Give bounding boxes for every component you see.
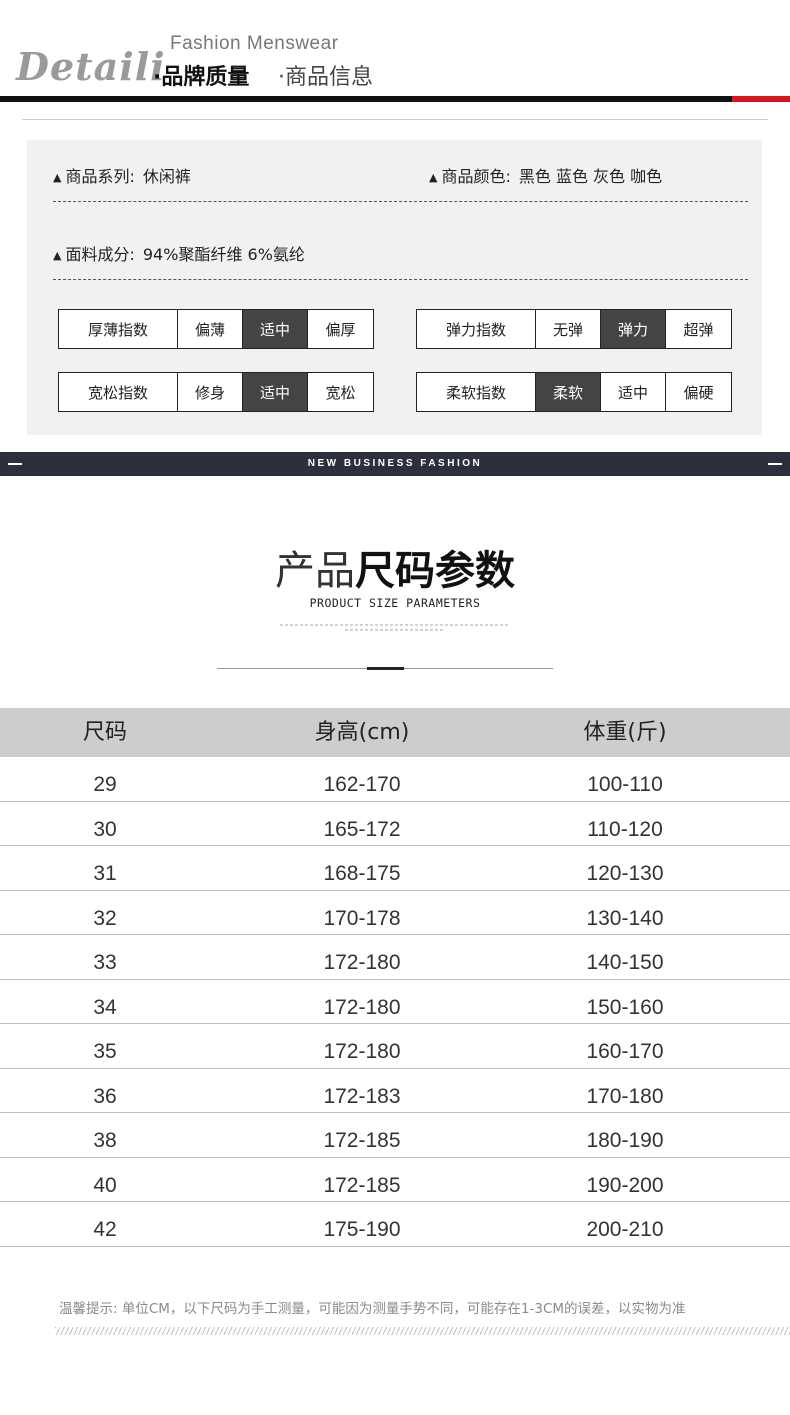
table-row: 35 172-180 160-170 xyxy=(0,1024,790,1069)
scale-label: 厚薄指数 xyxy=(59,310,178,348)
attr-colors-label: 商品颜色: xyxy=(441,167,511,186)
triangle-icon: ▲ xyxy=(53,249,62,262)
header-rule xyxy=(0,96,732,102)
table-cell: 175-190 xyxy=(323,1218,401,1241)
attr-colors: ▲ 商品颜色: 黑色 蓝色 灰色 咖色 xyxy=(429,163,662,187)
table-row: 31 168-175 120-130 xyxy=(0,846,790,891)
scale-fit: 宽松指数 修身 适中 宽松 xyxy=(58,372,374,412)
section-banner: NEW BUSINESS FASHION xyxy=(0,452,790,476)
hatched-rule xyxy=(55,1327,790,1335)
table-row: 40 172-185 190-200 xyxy=(0,1158,790,1202)
table-row: 32 170-178 130-140 xyxy=(0,891,790,935)
table-row: 30 165-172 110-120 xyxy=(0,802,790,846)
table-row: 42 175-190 200-210 xyxy=(0,1202,790,1247)
table-cell: 200-210 xyxy=(586,1218,664,1241)
table-row: 29 162-170 100-110 xyxy=(0,757,790,802)
table-cell: 42 xyxy=(93,1218,117,1241)
triangle-icon: ▲ xyxy=(53,171,62,184)
scale-elasticity: 弹力指数 无弹 弹力 超弹 xyxy=(416,309,732,349)
attr-series-label: 商品系列: xyxy=(65,167,135,186)
attr-colors-value: 黑色 蓝色 灰色 咖色 xyxy=(518,167,663,186)
scale-option: 修身 xyxy=(178,373,243,411)
table-row: 36 172-183 170-180 xyxy=(0,1069,790,1113)
table-header: 尺码 身高(cm) 体重(斤) xyxy=(0,708,790,757)
scale-option: 柔软 xyxy=(536,373,601,411)
scale-option: 适中 xyxy=(601,373,666,411)
title-light: 产品 xyxy=(275,548,355,594)
column-header: 体重(斤) xyxy=(583,720,667,745)
scale-option: 偏厚 xyxy=(325,320,356,339)
product-info-panel: ▲ 商品系列: 休闲裤 ▲ 商品颜色: 黑色 蓝色 灰色 咖色 ▲ 面料成分: 94%聚酯纤… xyxy=(27,140,762,435)
scale-softness: 柔软指数 柔软 适中 偏硬 xyxy=(416,372,732,412)
dashed-divider xyxy=(53,279,748,280)
size-section-subtitle: PRODUCT SIZE PARAMETERS xyxy=(309,596,481,610)
scale-option: 偏薄 xyxy=(178,310,243,348)
size-table: 尺码 身高(cm) 体重(斤) 29 162-170 100-110 30 165-17… xyxy=(0,708,790,1247)
attr-fabric-value: 94%聚酯纤维 6%氨纶 xyxy=(142,245,305,264)
attr-series-value: 休闲裤 xyxy=(142,167,191,186)
scale-option: 适中 xyxy=(243,373,308,411)
column-header: 身高(cm) xyxy=(314,720,410,745)
scale-option: 偏硬 xyxy=(683,383,714,402)
scale-option: 适中 xyxy=(243,310,308,348)
table-row: 38 172-185 180-190 xyxy=(0,1113,790,1158)
title-bold: 尺码参数 xyxy=(355,548,515,594)
decorative-rule-mark xyxy=(367,667,404,670)
table-body: 29 162-170 100-110 30 165-172 110-120 31 168-17… xyxy=(0,757,790,1247)
table-row: 33 172-180 140-150 xyxy=(0,935,790,980)
header-subtitle: Fashion Menswear xyxy=(170,33,339,54)
scale-label: 弹力指数 xyxy=(417,310,536,348)
banner-text: NEW BUSINESS FASHION xyxy=(307,458,483,469)
size-section-title: 产品尺码参数 xyxy=(0,538,790,596)
header-rule-accent xyxy=(732,96,790,102)
brand-logo: Detaili xyxy=(16,44,166,89)
triangle-icon: ▲ xyxy=(429,171,438,184)
dash-icon xyxy=(768,463,782,465)
column-header: 尺码 xyxy=(82,720,127,745)
dashed-divider xyxy=(53,201,748,202)
table-row: 34 172-180 150-160 xyxy=(0,980,790,1024)
scale-option: 无弹 xyxy=(536,310,601,348)
attr-fabric-label: 面料成分: xyxy=(65,245,135,264)
scale-thickness: 厚薄指数 偏薄 适中 偏厚 xyxy=(58,309,374,349)
decorative-text-line xyxy=(345,629,445,631)
decorative-text-line xyxy=(280,624,510,626)
brand-quality-heading: ·品牌质量 xyxy=(153,65,250,90)
page-header: Detaili Fashion Menswear ·品牌质量 ·商品信息 xyxy=(0,0,790,102)
scale-label: 宽松指数 xyxy=(59,373,178,411)
scale-option: 宽松 xyxy=(325,383,356,402)
scale-option: 弹力 xyxy=(601,310,666,348)
scale-label: 柔软指数 xyxy=(417,373,536,411)
attr-fabric: ▲ 面料成分: 94%聚酯纤维 6%氨纶 xyxy=(53,241,305,265)
divider xyxy=(22,119,768,120)
attr-series: ▲ 商品系列: 休闲裤 xyxy=(53,163,191,187)
product-info-heading: ·商品信息 xyxy=(278,65,373,90)
size-note: 温馨提示: 单位CM，以下尺码为手工测量，可能因为测量手势不同，可能存在1-3C… xyxy=(59,1301,686,1317)
scale-option: 超弹 xyxy=(683,320,714,339)
